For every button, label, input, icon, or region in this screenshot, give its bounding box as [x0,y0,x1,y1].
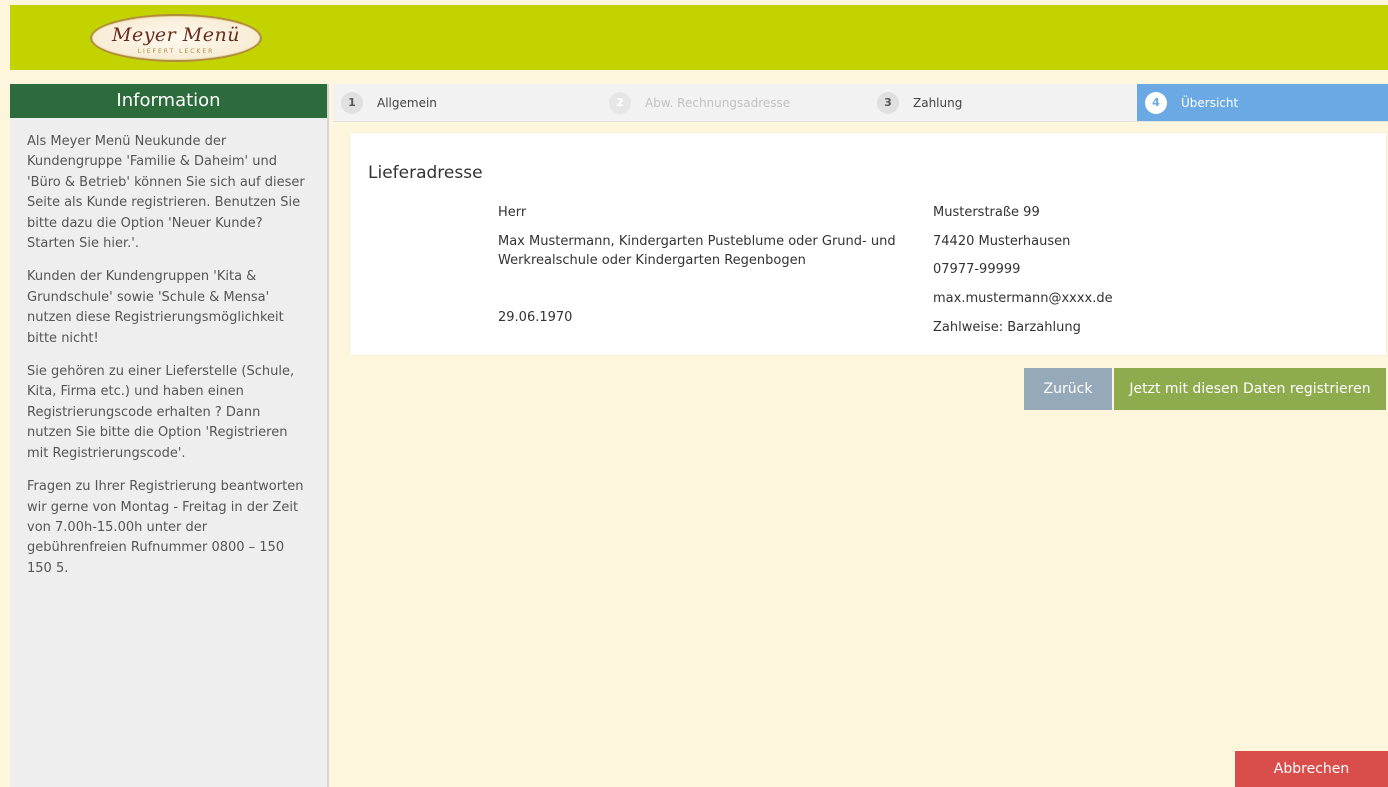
register-button[interactable]: Jetzt mit diesen Daten registrieren [1114,368,1386,410]
summary-card: Lieferadresse Herr Max Mustermann, Kinde… [350,133,1386,355]
step-label: Allgemein [377,95,437,110]
info-paragraph: Sie gehören zu einer Lieferstelle (Schul… [27,364,295,461]
cancel-button[interactable]: Abbrechen [1235,751,1388,787]
name-value: Max Mustermann, Kindergarten Pusteblume … [498,234,896,268]
info-paragraph: Kunden der Kundengruppen 'Kita & Grundsc… [27,269,284,346]
wizard-steps: 1 Allgemein 2 Abw. Rechnungsadresse 3 Za… [333,84,1388,122]
sidebar-title: Information [10,84,327,118]
logo-script-text: Meyer Menü [112,24,240,46]
payment-method-value: Zahlweise: Barzahlung [933,320,1081,335]
step-label: Abw. Rechnungsadresse [645,95,791,110]
phone-value: 07977-99999 [933,262,1021,277]
email-value: max.mustermann@xxxx.de [933,291,1113,306]
step-number: 1 [341,91,363,114]
step-number: 2 [609,91,631,114]
step-uebersicht[interactable]: 4 Übersicht [1137,84,1388,121]
step-number: 3 [877,91,899,114]
logo-tagline: LIEFERT LECKER [137,48,215,55]
lieferadresse-title: Lieferadresse [368,163,483,183]
header-bar: Meyer Menü LIEFERT LECKER [10,5,1388,70]
information-sidebar: Information Als Meyer Menü Neukunde der … [10,84,329,787]
back-button[interactable]: Zurück [1024,368,1112,410]
city-value: 74420 Musterhausen [933,234,1071,249]
salutation-value: Herr [498,205,527,220]
info-paragraph: Als Meyer Menü Neukunde der Kundengruppe… [27,134,305,252]
meyer-menu-logo[interactable]: Meyer Menü LIEFERT LECKER [90,14,262,62]
step-label: Zahlung [913,95,963,110]
step-abw-rechnungsadresse: 2 Abw. Rechnungsadresse [601,84,869,121]
step-number: 4 [1145,91,1167,114]
step-allgemein[interactable]: 1 Allgemein [333,84,601,121]
street-value: Musterstraße 99 [933,205,1040,220]
sidebar-text: Als Meyer Menü Neukunde der Kundengruppe… [10,118,327,579]
step-label: Übersicht [1181,95,1239,110]
birthdate-value: 29.06.1970 [498,310,573,325]
step-zahlung[interactable]: 3 Zahlung [869,84,1137,121]
info-paragraph: Fragen zu Ihrer Registrierung beantworte… [27,479,304,576]
